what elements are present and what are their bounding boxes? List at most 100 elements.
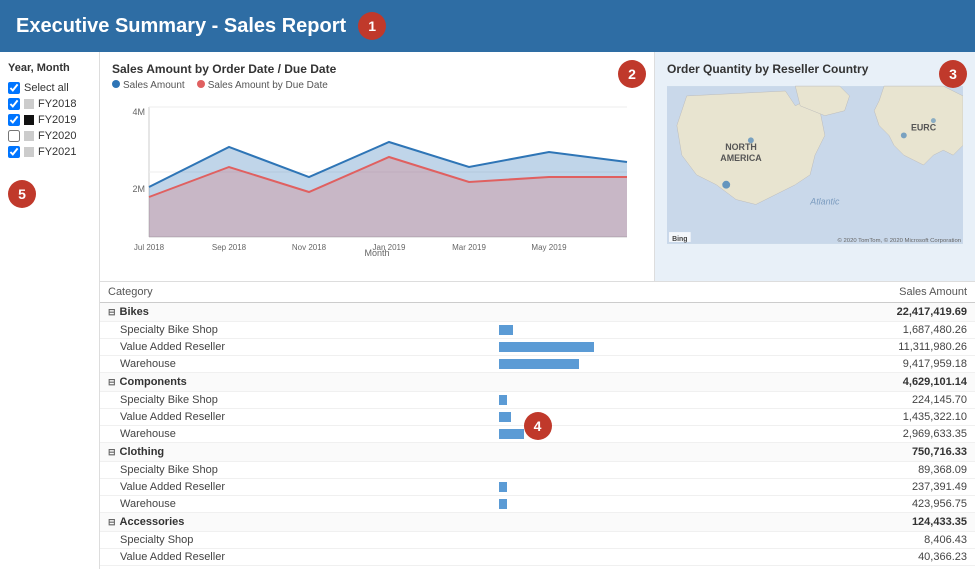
sub-amount: 224,145.70 [699,392,975,409]
checkbox-selectall[interactable] [8,82,20,94]
sidebar-label-fy2021: FY2021 [38,146,77,158]
expand-icon[interactable]: ⊟ [108,517,116,527]
sub-amount: 11,311,980.26 [699,339,975,356]
bar-fill [499,412,510,422]
color-fy2021 [24,147,34,157]
category-amount: 124,433.35 [699,513,975,532]
table-row: Value Added Reseller 1,435,322.10 [100,409,975,426]
bar-wrap [499,499,691,509]
category-name: ⊟Clothing [100,443,699,462]
bar-cell [479,462,699,479]
bar-cell [479,426,699,443]
table-row: Warehouse 9,417,959.18 [100,356,975,373]
badge-3: 3 [939,60,967,88]
sub-name: Warehouse [100,496,479,513]
bar-wrap [499,552,691,562]
table-row: Specialty Bike Shop 89,368.09 [100,462,975,479]
bar-wrap [499,482,691,492]
expand-icon[interactable]: ⊟ [108,377,116,387]
svg-text:NORTH: NORTH [725,142,757,152]
page-title: Executive Summary - Sales Report [16,15,346,38]
svg-text:May 2019: May 2019 [531,243,567,252]
sidebar-label-fy2020: FY2020 [38,130,77,142]
line-chart-title: Sales Amount by Order Date / Due Date [112,62,642,76]
svg-text:Sep 2018: Sep 2018 [212,243,247,252]
svg-text:Atlantic: Atlantic [809,196,840,206]
line-chart: 4M 2M [112,97,642,252]
table-row: Specialty Shop 8,406.43 [100,532,975,549]
bar-fill [499,325,512,335]
col-amount: Sales Amount [699,282,975,303]
charts-row: Sales Amount by Order Date / Due Date Sa… [100,52,975,282]
checkbox-fy2020[interactable] [8,130,20,142]
sidebar-item-selectall[interactable]: Select all [8,80,91,96]
color-fy2019 [24,115,34,125]
table-row: Value Added Reseller 40,366.23 [100,549,975,566]
bar-wrap [499,535,691,545]
bar-wrap [499,359,691,369]
category-name: ⊟Bikes [100,303,699,322]
sidebar-item-fy2021[interactable]: FY2021 [8,144,91,160]
sub-name: Warehouse [100,356,479,373]
sub-name: Specialty Bike Shop [100,322,479,339]
bar-fill [499,429,524,439]
legend-dot-due [197,80,205,88]
sidebar-item-fy2018[interactable]: FY2018 [8,96,91,112]
line-chart-svg: 4M 2M [112,97,642,252]
content-area: Sales Amount by Order Date / Due Date Sa… [100,52,975,569]
bar-cell [479,532,699,549]
table-container: 4 Category Sales Amount ⊟Bikes 22,417,41… [100,282,975,569]
category-amount: 750,716.33 [699,443,975,462]
sub-amount: 423,956.75 [699,496,975,513]
sales-table: Category Sales Amount ⊟Bikes 22,417,419.… [100,282,975,569]
chart-legend: Sales Amount Sales Amount by Due Date [112,80,642,91]
table-row: Warehouse 2,969,633.35 [100,426,975,443]
table-row: Value Added Reseller 11,311,980.26 [100,339,975,356]
bar-fill [499,342,594,352]
sub-name: Value Added Reseller [100,339,479,356]
bar-cell [479,322,699,339]
checkbox-fy2021[interactable] [8,146,20,158]
bar-fill [499,395,507,405]
bar-cell [479,479,699,496]
sub-amount: 40,366.23 [699,549,975,566]
bar-cell [479,339,699,356]
checkbox-fy2019[interactable] [8,114,20,126]
sub-name: Specialty Bike Shop [100,392,479,409]
svg-text:Nov 2018: Nov 2018 [292,243,327,252]
svg-text:Bing: Bing [672,236,687,243]
sidebar-item-fy2019[interactable]: FY2019 [8,112,91,128]
checkbox-fy2018[interactable] [8,98,20,110]
sub-amount: 9,417,959.18 [699,356,975,373]
map-container: Order Quantity by Reseller Country 3 Atl… [655,52,975,281]
sub-name: Warehouse [100,566,479,569]
bar-wrap [499,325,691,335]
map-svg: Atlantic NORTH AMERICA EURC Bing © [667,80,963,250]
sidebar: Year, Month Select all FY2018 FY2019 FY2… [0,52,100,569]
bar-fill [499,359,579,369]
bar-cell [479,409,699,426]
table-row: ⊟Clothing 750,716.33 [100,443,975,462]
col-category: Category [100,282,479,303]
svg-text:2M: 2M [132,184,145,194]
expand-icon[interactable]: ⊟ [108,307,116,317]
header: Executive Summary - Sales Report 1 [0,0,975,52]
main-body: Year, Month Select all FY2018 FY2019 FY2… [0,52,975,569]
svg-text:4M: 4M [132,107,145,117]
table-row: ⊟Components 4,629,101.14 [100,373,975,392]
svg-text:Jul 2018: Jul 2018 [134,243,165,252]
line-chart-container: Sales Amount by Order Date / Due Date Sa… [100,52,655,281]
sidebar-label-fy2019: FY2019 [38,114,77,126]
bar-wrap [499,342,691,352]
svg-text:EURC: EURC [911,122,937,132]
table-row: Specialty Bike Shop 1,687,480.26 [100,322,975,339]
legend-sales: Sales Amount [112,80,185,91]
expand-icon[interactable]: ⊟ [108,447,116,457]
sub-name: Value Added Reseller [100,479,479,496]
map-title: Order Quantity by Reseller Country [667,62,963,76]
svg-text:Mar 2019: Mar 2019 [452,243,486,252]
svg-text:AMERICA: AMERICA [720,153,762,163]
sidebar-item-fy2020[interactable]: FY2020 [8,128,91,144]
bar-cell [479,496,699,513]
badge-5: 5 [8,180,36,208]
